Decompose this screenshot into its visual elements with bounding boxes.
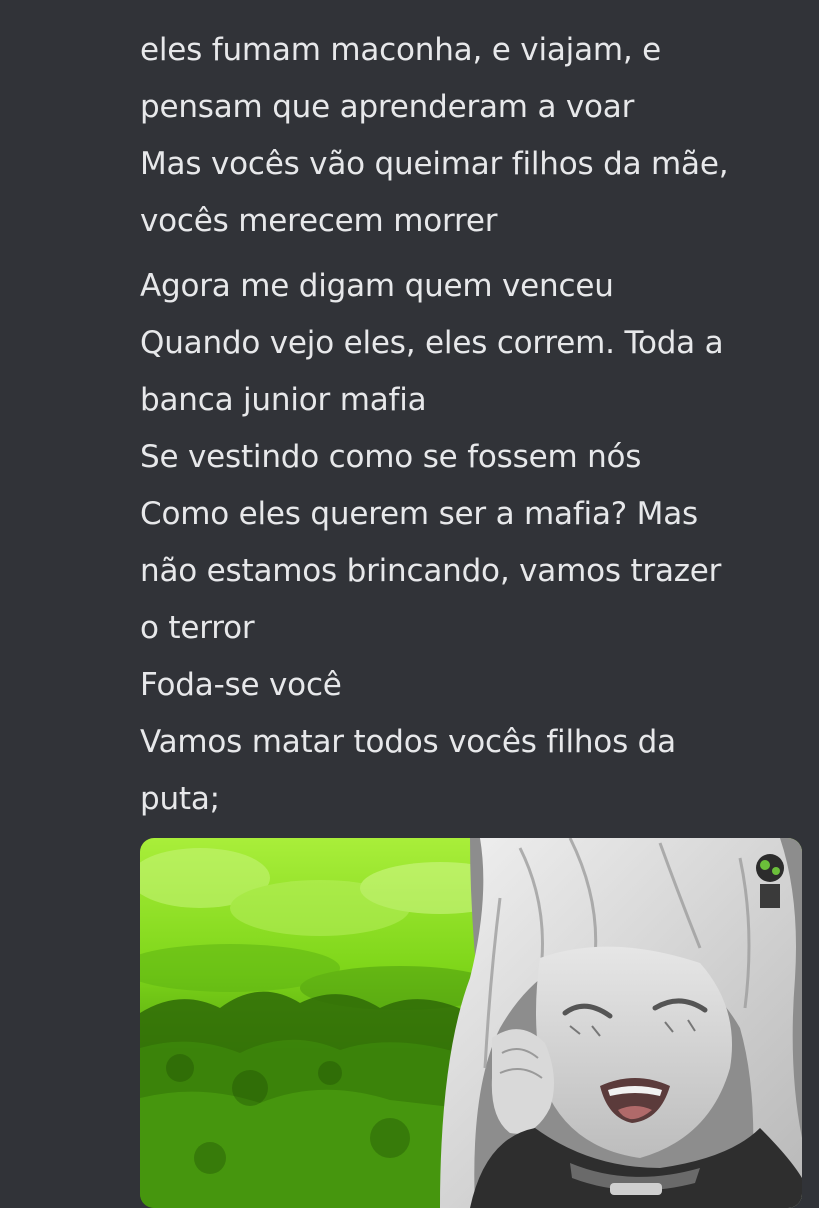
message-line: Se vestindo como se fossem nós: [140, 439, 642, 475]
image-attachment[interactable]: [140, 838, 802, 1208]
message-line: eles fumam maconha, e viajam, e: [140, 32, 662, 68]
message-text-block-2: Agora me digam quem venceu Quando vejo e…: [140, 258, 810, 828]
message-line: Agora me digam quem venceu: [140, 268, 614, 304]
message-line: vocês merecem morrer: [140, 203, 498, 239]
anime-character-laughing-image: [140, 838, 802, 1208]
message-line: pensam que aprenderam a voar: [140, 89, 635, 125]
chat-message: eles fumam maconha, e viajam, e pensam q…: [140, 22, 810, 828]
message-line: banca junior mafia: [140, 382, 427, 418]
message-line: Como eles querem ser a mafia? Mas: [140, 496, 698, 532]
message-line: puta;: [140, 781, 220, 817]
message-line: Foda-se você: [140, 667, 342, 703]
message-line: Vamos matar todos vocês filhos da: [140, 724, 676, 760]
message-line: Quando vejo eles, eles correm. Toda a: [140, 325, 724, 361]
message-line: o terror: [140, 610, 255, 646]
message-line: Mas vocês vão queimar filhos da mãe,: [140, 146, 729, 182]
message-line: não estamos brincando, vamos trazer: [140, 553, 722, 589]
message-text-block-1: eles fumam maconha, e viajam, e pensam q…: [140, 22, 810, 250]
